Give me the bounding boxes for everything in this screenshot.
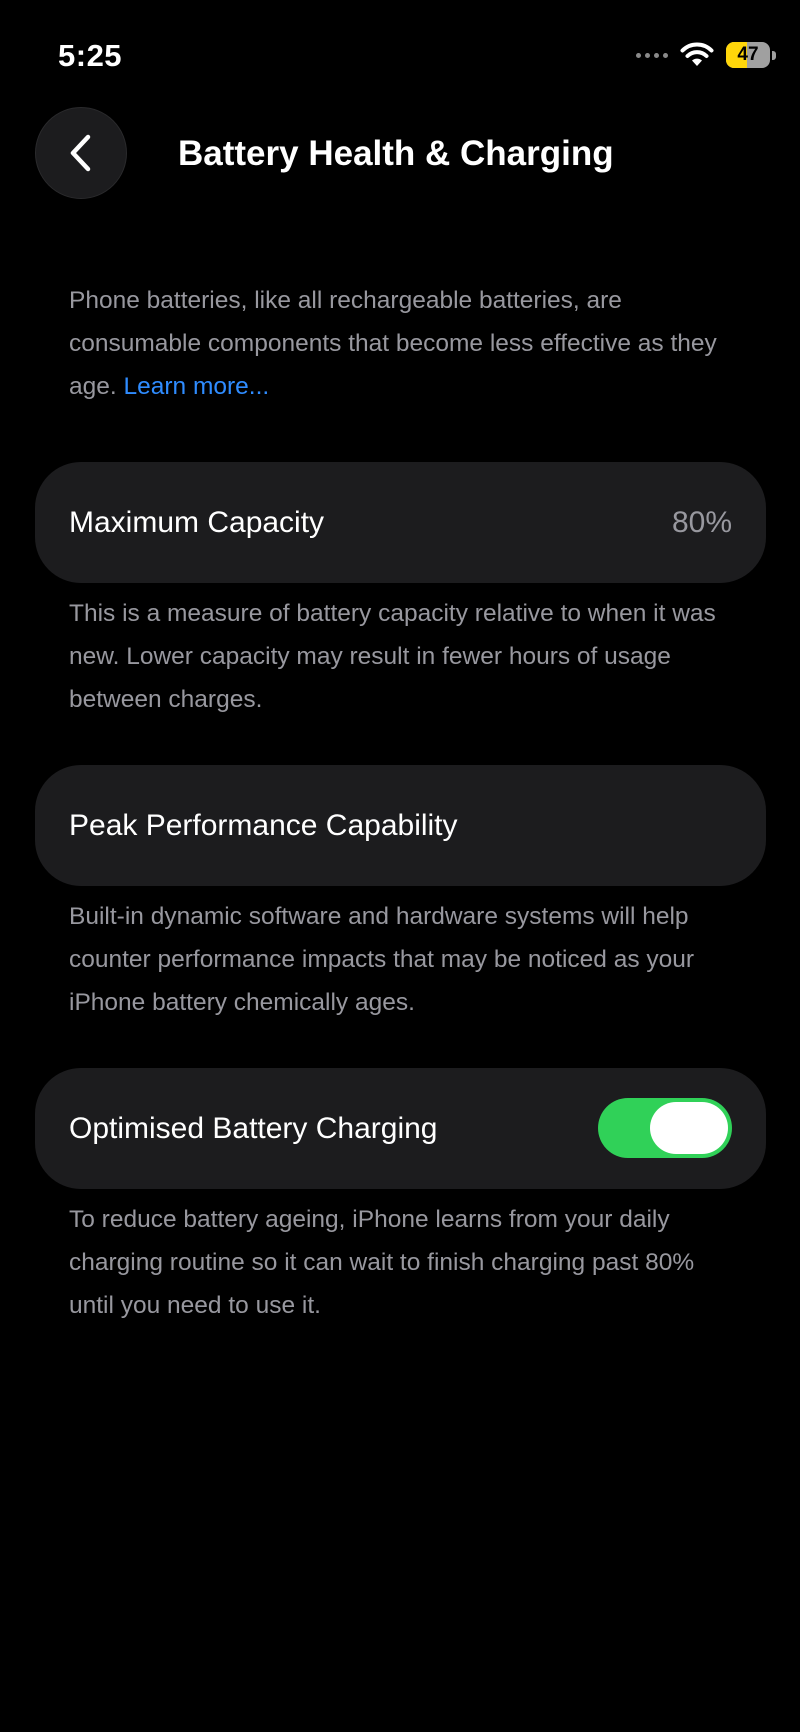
battery-level: 47 [737, 44, 759, 65]
signal-dots-icon [636, 52, 668, 58]
optimised-charging-row: Optimised Battery Charging [35, 1068, 766, 1189]
status-bar: 5:25 47 [0, 0, 800, 110]
status-icons: 47 [636, 42, 776, 68]
status-time: 5:25 [58, 38, 123, 73]
optimised-charging-label: Optimised Battery Charging [69, 1111, 438, 1145]
maximum-capacity-value: 80% [671, 505, 732, 539]
wifi-icon [680, 42, 714, 66]
battery-icon: 47 [726, 42, 776, 68]
optimised-charging-description: To reduce battery ageing, iPhone learns … [69, 1206, 695, 1319]
peak-performance-row: Peak Performance Capability [35, 765, 766, 886]
chevron-left-icon [70, 134, 91, 172]
maximum-capacity-row: Maximum Capacity 80% [35, 462, 766, 583]
battery-body: 47 [726, 42, 770, 68]
peak-performance-description: Built-in dynamic software and hardware s… [69, 903, 695, 1016]
maximum-capacity-label: Maximum Capacity [69, 505, 325, 539]
optimised-charging-toggle[interactable] [598, 1098, 732, 1158]
battery-cap [772, 50, 776, 60]
learn-more-link[interactable]: Learn more... [124, 373, 270, 400]
intro-text: Phone batteries, like all rechargeable b… [69, 279, 739, 408]
toggle-knob [650, 1102, 728, 1154]
peak-performance-label: Peak Performance Capability [69, 808, 458, 842]
page-title: Battery Health & Charging [178, 134, 614, 173]
maximum-capacity-description: This is a measure of battery capacity re… [69, 600, 716, 713]
back-button[interactable] [35, 107, 127, 199]
